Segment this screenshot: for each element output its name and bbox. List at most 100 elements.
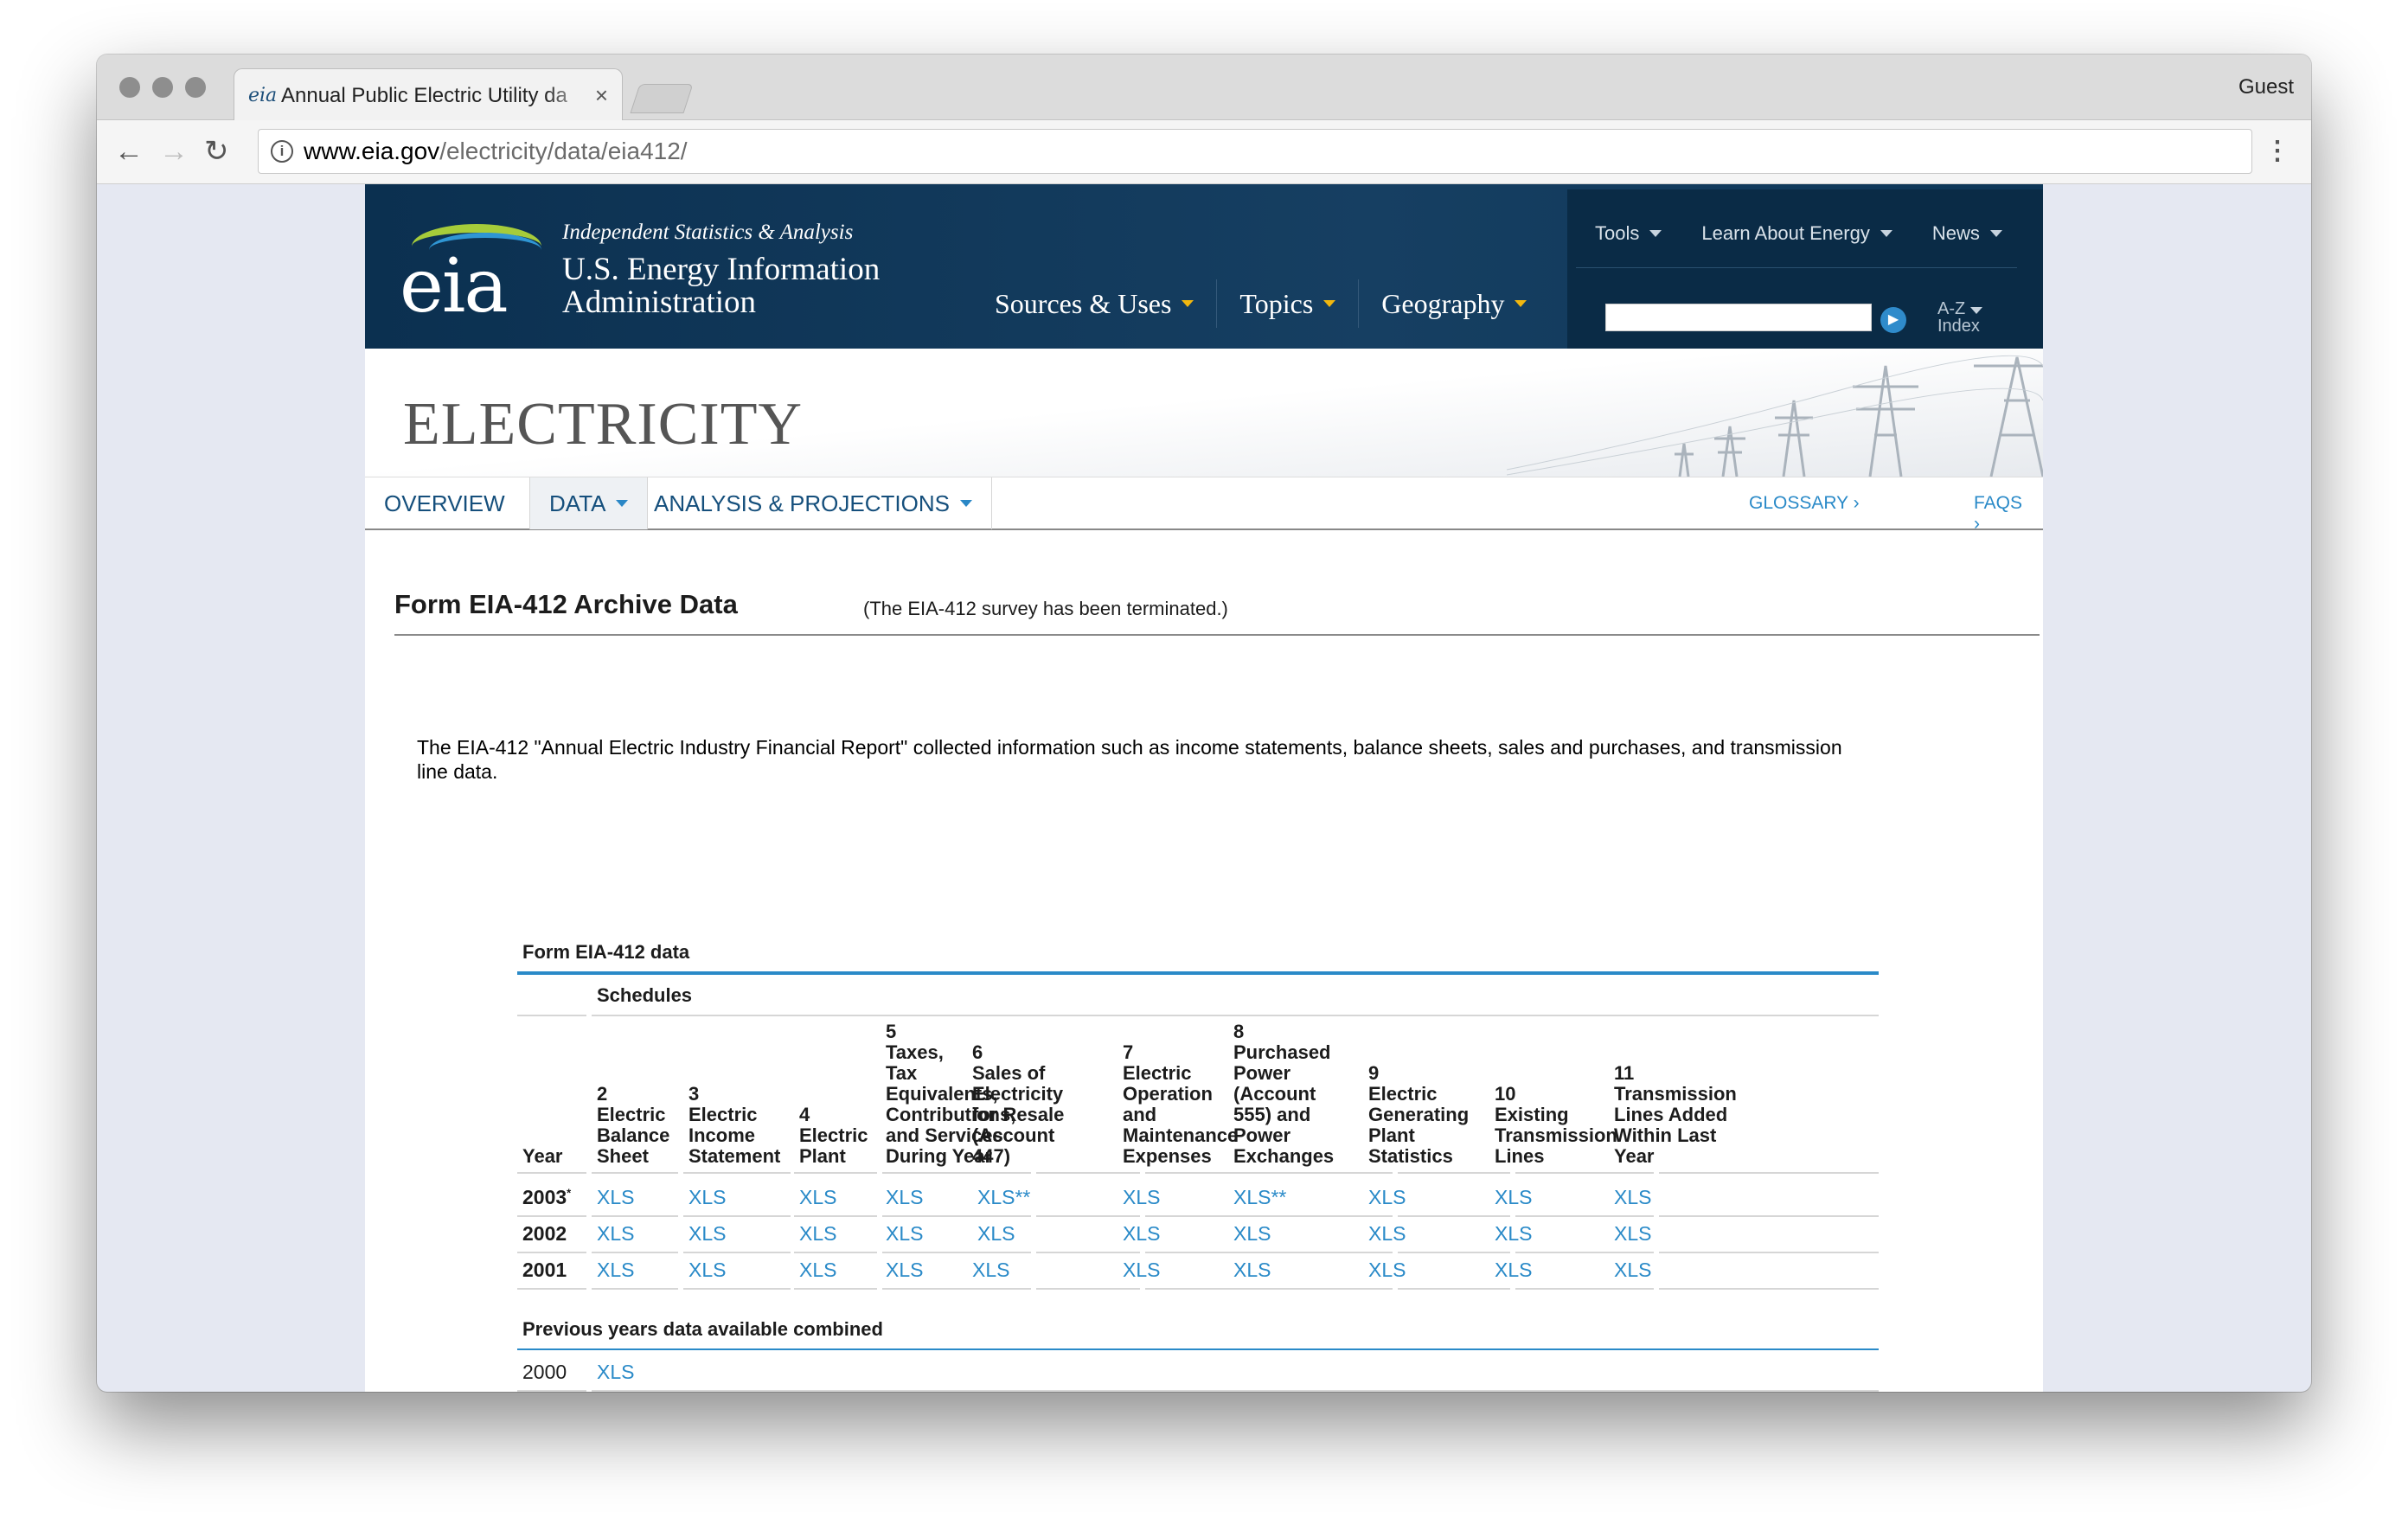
agency-name[interactable]: U.S. Energy Information Administration [562, 253, 925, 319]
header-line: 2 [597, 1083, 608, 1105]
xls-download-link[interactable]: XLS [688, 1186, 726, 1209]
xls-download-link[interactable]: XLS [977, 1222, 1015, 1246]
xls-download-link[interactable]: XLS** [1233, 1186, 1286, 1209]
faqs-link[interactable]: FAQS › [1974, 493, 2022, 535]
close-icon[interactable]: × [595, 82, 608, 109]
divider [1659, 1172, 1879, 1174]
az-index-label: Index [1937, 317, 1980, 336]
divider [1036, 1288, 1140, 1290]
az-index-link[interactable]: A-Z Index [1937, 300, 1983, 336]
xls-download-link[interactable]: XLS** [977, 1186, 1030, 1209]
tab-data[interactable]: DATA [529, 477, 649, 529]
minimize-window-button[interactable] [152, 77, 173, 98]
forward-icon[interactable]: → [159, 136, 189, 167]
header-line: 447) [972, 1145, 1011, 1167]
link-label: XLS [972, 1259, 1010, 1281]
util-learn-about-energy[interactable]: Learn About Energy [1701, 222, 1892, 245]
close-window-button[interactable] [119, 77, 140, 98]
util-news[interactable]: News [1932, 222, 2002, 245]
xls-download-link[interactable]: XLS [1495, 1222, 1532, 1246]
xls-download-link[interactable]: XLS [886, 1222, 923, 1246]
link-label: XLS [1368, 1259, 1406, 1281]
xls-download-link[interactable]: XLS [886, 1186, 923, 1209]
caret-down-icon [1649, 230, 1662, 237]
divider [882, 1288, 1031, 1290]
header-line: Sheet [597, 1145, 649, 1167]
link-label: XLS [1495, 1259, 1533, 1281]
menu-icon[interactable]: ⋮ [2264, 136, 2290, 167]
link-label: XLS [1495, 1186, 1533, 1208]
xls-download-link[interactable]: XLS [688, 1222, 726, 1246]
nav-sources-uses[interactable]: Sources & Uses [995, 279, 1216, 328]
caret-down-icon [1970, 307, 1983, 314]
year-label: 2001 [522, 1259, 567, 1281]
xls-download-link[interactable]: XLS [1495, 1259, 1532, 1282]
nav-topics[interactable]: Topics [1216, 279, 1358, 328]
new-tab-button[interactable] [630, 84, 694, 113]
divider [1145, 1172, 1275, 1174]
link-label: XLS [1123, 1186, 1161, 1208]
xls-download-link[interactable]: XLS [1368, 1186, 1406, 1209]
link-label: XLS [799, 1222, 837, 1245]
xls-download-link[interactable]: XLS [597, 1186, 634, 1209]
xls-download-link[interactable]: XLS [886, 1259, 923, 1282]
power-towers-image [1507, 355, 2043, 477]
xls-download-link[interactable]: XLS [1614, 1222, 1651, 1246]
caret-down-icon [1182, 300, 1194, 307]
xls-download-link[interactable]: XLS [1614, 1259, 1651, 1282]
util-tools[interactable]: Tools [1595, 222, 1662, 245]
caret-down-icon [1515, 300, 1527, 307]
header-line: Plant [1368, 1124, 1415, 1146]
xls-download-link[interactable]: XLS [1123, 1222, 1160, 1246]
divider [517, 1015, 586, 1016]
divider [1145, 1215, 1275, 1217]
xls-download-link[interactable]: XLS [799, 1222, 836, 1246]
xls-download-link[interactable]: XLS [1123, 1259, 1160, 1282]
blue-rule [517, 971, 1879, 975]
address-bar[interactable]: i www.eia.gov/electricity/data/eia412/ [258, 129, 2252, 174]
link-label: XLS [1614, 1222, 1652, 1245]
xls-download-link[interactable]: XLS [1123, 1186, 1160, 1209]
xls-download-link[interactable]: XLS [972, 1259, 1009, 1282]
search-input[interactable] [1605, 304, 1872, 331]
divider [517, 1215, 586, 1217]
header-line: 5 [886, 1021, 897, 1042]
xls-download-link[interactable]: XLS [1233, 1222, 1271, 1246]
xls-download-link[interactable]: XLS [799, 1259, 836, 1282]
back-icon[interactable]: ← [114, 136, 144, 167]
zoom-window-button[interactable] [185, 77, 206, 98]
eia-logo[interactable]: eia [400, 217, 541, 330]
nav-geography[interactable]: Geography [1358, 279, 1549, 328]
xls-download-link[interactable]: XLS [1614, 1186, 1651, 1209]
xls-download-link[interactable]: XLS [1368, 1222, 1406, 1246]
xls-download-link[interactable]: XLS [597, 1222, 634, 1246]
glossary-link[interactable]: GLOSSARY › [1749, 493, 1860, 514]
xls-download-link[interactable]: XLS [799, 1186, 836, 1209]
xls-download-link[interactable]: XLS [597, 1259, 634, 1282]
search-go-icon[interactable]: ▶ [1880, 307, 1906, 333]
xls-download-link[interactable]: XLS [1495, 1186, 1532, 1209]
content-title: Form EIA-412 Archive Data [394, 589, 738, 619]
tab-analysis-projections[interactable]: ANALYSIS & PROJECTIONS [635, 477, 992, 529]
header-line: Sales of [972, 1062, 1046, 1084]
divider [1398, 1288, 1510, 1290]
year-label: 2002 [522, 1222, 567, 1245]
divider [592, 1288, 678, 1290]
reload-icon[interactable]: ↻ [204, 136, 229, 167]
header-line: Electric [688, 1104, 758, 1125]
divider [1659, 1215, 1879, 1217]
divider [1398, 1252, 1510, 1253]
tab-title: Annual Public Electric Utility da [281, 83, 567, 107]
content-note: (The EIA-412 survey has been terminated.… [863, 598, 1228, 619]
info-icon[interactable]: i [271, 140, 293, 163]
xls-download-link[interactable]: XLS [597, 1361, 634, 1384]
site-header: eia Independent Statistics & Analysis U.… [365, 184, 2043, 349]
tab-overview[interactable]: OVERVIEW [365, 477, 524, 529]
link-label: XLS [886, 1222, 924, 1245]
xls-download-link[interactable]: XLS [1368, 1259, 1406, 1282]
xls-download-link[interactable]: XLS [1233, 1259, 1271, 1282]
browser-tab[interactable]: eia Annual Public Electric Utility da × [234, 68, 623, 122]
xls-download-link[interactable]: XLS [688, 1259, 726, 1282]
link-label: XLS [799, 1259, 837, 1281]
profile-guest[interactable]: Guest [2238, 75, 2294, 99]
